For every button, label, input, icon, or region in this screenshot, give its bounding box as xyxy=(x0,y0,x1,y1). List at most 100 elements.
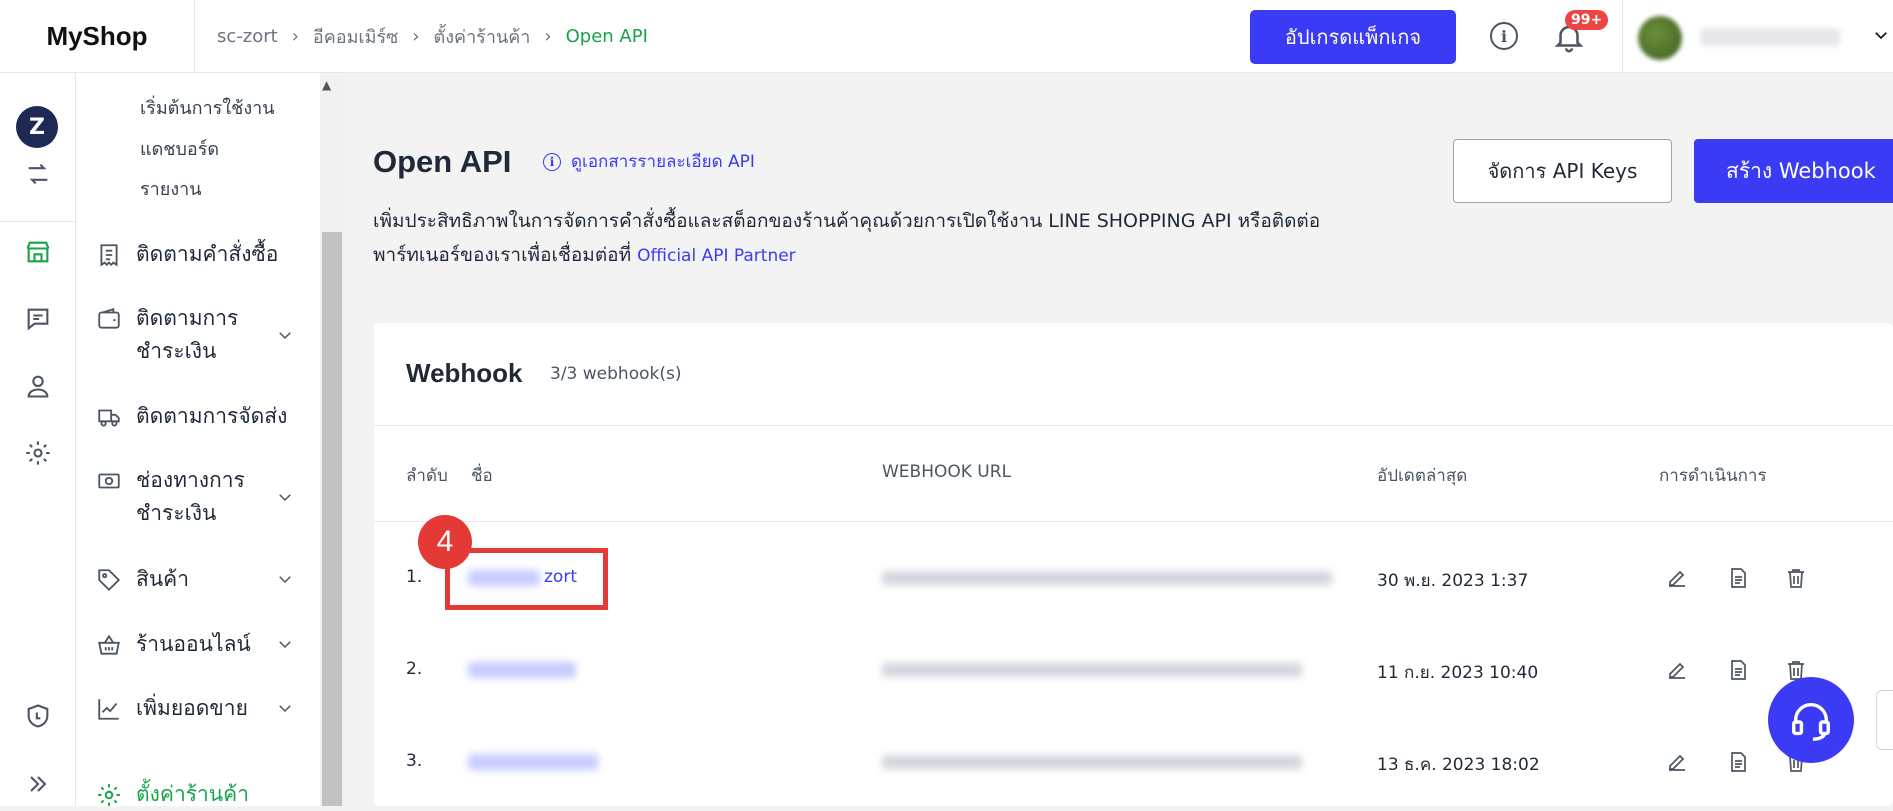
sidebar-item-boost-sales[interactable]: เพิ่มยอดขาย xyxy=(96,692,248,725)
sidebar-item-orders[interactable]: ติดตามคำสั่งซื้อ xyxy=(96,238,278,271)
chevron-down-icon[interactable] xyxy=(1872,26,1890,44)
edit-icon[interactable] xyxy=(1665,566,1689,590)
webhook-name-blurred[interactable] xyxy=(468,754,598,770)
column-header-index: ลำดับ xyxy=(406,466,448,486)
sidebar-item-payments[interactable]: ติดตามการชำระเงิน xyxy=(96,302,251,368)
edit-icon[interactable] xyxy=(1665,750,1689,774)
webhook-count: 3/3 webhook(s) xyxy=(550,364,682,384)
sidebar-scroll-thumb[interactable] xyxy=(322,232,342,806)
upgrade-package-button[interactable]: อัปเกรดแพ็กเกจ xyxy=(1250,10,1456,64)
chevron-down-icon[interactable] xyxy=(276,488,294,506)
breadcrumb-item-settings[interactable]: ตั้งค่าร้านค้า xyxy=(434,22,531,51)
sidebar-item-store-settings[interactable]: ตั้งค่าร้านค้า xyxy=(96,778,249,811)
api-docs-link[interactable]: i ดูเอกสารรายละเอียด API xyxy=(543,148,755,175)
webhook-url-blurred xyxy=(882,571,1332,585)
store-icon[interactable] xyxy=(24,238,52,266)
chevron-down-icon[interactable] xyxy=(276,635,294,653)
divider xyxy=(374,425,1893,426)
avatar[interactable] xyxy=(1638,16,1682,60)
breadcrumb-item-store[interactable]: sc-zort xyxy=(217,26,278,47)
expand-icon[interactable] xyxy=(24,770,52,798)
app-logo[interactable]: MyShop xyxy=(0,0,195,73)
sidebar-item-online-store[interactable]: ร้านออนไลน์ xyxy=(96,628,251,661)
tag-icon xyxy=(98,569,121,592)
official-api-partner-link[interactable]: Official API Partner xyxy=(637,246,796,266)
webhook-url-blurred xyxy=(882,663,1302,677)
sidebar-item-label: ติดตามการชำระเงิน xyxy=(136,306,239,363)
highlight-box xyxy=(445,548,608,610)
row-index: 3. xyxy=(406,751,423,771)
page-description: เพิ่มประสิทธิภาพในการจัดการคำสั่งซื้อและ… xyxy=(373,204,1413,273)
chevron-down-icon[interactable] xyxy=(276,570,294,588)
user-name-blurred xyxy=(1700,28,1840,46)
row-index: 1. xyxy=(406,567,423,587)
sidebar-item-getting-started[interactable]: เริ่มต้นการใช้งาน xyxy=(140,93,275,122)
column-header-name: ชื่อ xyxy=(471,466,493,486)
cash-icon xyxy=(98,473,120,489)
create-webhook-button[interactable]: สร้าง Webhook xyxy=(1694,139,1893,203)
chevron-right-icon: › xyxy=(291,26,299,47)
webhook-url-blurred xyxy=(882,755,1302,769)
api-docs-link-label: ดูเอกสารรายละเอียด API xyxy=(571,152,755,172)
updated-date: 11 ก.ย. 2023 10:40 xyxy=(1377,663,1539,683)
sidebar-item-label: สินค้า xyxy=(136,567,190,591)
sidebar-item-label: ตั้งค่าร้านค้า xyxy=(136,782,249,806)
breadcrumb-item-ecommerce[interactable]: อีคอมเมิร์ซ xyxy=(313,22,398,51)
document-icon[interactable] xyxy=(1726,750,1750,774)
receipt-icon xyxy=(100,244,118,267)
chevron-down-icon[interactable] xyxy=(276,699,294,717)
description-line-2-text: พาร์ทเนอร์ของเราเพื่อเชื่อมต่อที่ xyxy=(373,244,632,266)
gear-icon xyxy=(98,784,120,806)
switch-icon[interactable] xyxy=(24,160,52,188)
column-header-updated: อัปเดตล่าสุด xyxy=(1377,466,1468,486)
shield-icon[interactable] xyxy=(24,702,52,730)
notification-badge: 99+ xyxy=(1565,10,1609,30)
basket-icon xyxy=(98,634,120,655)
description-line-2: พาร์ทเนอร์ของเราเพื่อเชื่อมต่อที่ Offici… xyxy=(373,238,1413,273)
page-title: Open API xyxy=(373,144,512,179)
document-icon[interactable] xyxy=(1726,566,1750,590)
description-line-1: เพิ่มประสิทธิภาพในการจัดการคำสั่งซื้อและ… xyxy=(373,210,1321,232)
divider xyxy=(0,221,76,222)
sidebar-item-label: เพิ่มยอดขาย xyxy=(136,696,248,720)
updated-date: 13 ธ.ค. 2023 18:02 xyxy=(1377,755,1540,775)
webhook-name-blurred[interactable] xyxy=(468,662,576,678)
side-panel-tab[interactable] xyxy=(1876,690,1893,750)
user-icon[interactable] xyxy=(24,372,52,400)
scroll-up-arrow-icon[interactable]: ▲ xyxy=(322,78,331,92)
breadcrumb-item-current: Open API xyxy=(565,26,648,47)
support-chat-button[interactable] xyxy=(1768,677,1854,763)
store-logo-icon[interactable]: Z xyxy=(16,106,58,148)
edit-icon[interactable] xyxy=(1665,658,1689,682)
trash-icon[interactable] xyxy=(1784,566,1808,590)
chat-icon[interactable] xyxy=(24,305,52,333)
webhook-title: Webhook xyxy=(406,358,523,388)
chevron-down-icon[interactable] xyxy=(276,326,294,344)
breadcrumb: sc-zort › อีคอมเมิร์ซ › ตั้งค่าร้านค้า ›… xyxy=(217,0,648,73)
column-header-actions: การดำเนินการ xyxy=(1659,466,1767,486)
manage-api-keys-button[interactable]: จัดการ API Keys xyxy=(1453,139,1672,203)
info-icon: i xyxy=(543,152,561,171)
sidebar-item-label: ร้านออนไลน์ xyxy=(136,632,251,656)
chevron-right-icon: › xyxy=(544,26,552,47)
gear-icon[interactable] xyxy=(24,439,52,467)
sidebar-item-dashboard[interactable]: แดชบอร์ด xyxy=(140,134,219,163)
row-index: 2. xyxy=(406,659,423,679)
step-badge: 4 xyxy=(418,515,472,569)
truck-icon xyxy=(98,409,120,427)
chevron-right-icon: › xyxy=(412,26,420,47)
sidebar-item-label: ติดตามการจัดส่ง xyxy=(136,404,288,428)
headset-icon xyxy=(1792,703,1830,741)
chart-icon xyxy=(98,699,119,720)
info-icon[interactable]: i xyxy=(1490,22,1518,50)
sidebar-item-label: ช่องทางการชำระเงิน xyxy=(136,468,245,525)
sidebar-item-shipping[interactable]: ติดตามการจัดส่ง xyxy=(96,400,287,433)
sidebar-item-reports[interactable]: รายงาน xyxy=(140,174,202,203)
wallet-icon xyxy=(98,308,120,329)
divider xyxy=(374,521,1893,522)
sidebar-item-payment-channels[interactable]: ช่องทางการชำระเงิน xyxy=(96,464,251,530)
sidebar-item-label: ติดตามคำสั่งซื้อ xyxy=(136,242,279,266)
document-icon[interactable] xyxy=(1726,658,1750,682)
updated-date: 30 พ.ย. 2023 1:37 xyxy=(1377,571,1529,591)
sidebar-item-products[interactable]: สินค้า xyxy=(96,563,189,596)
